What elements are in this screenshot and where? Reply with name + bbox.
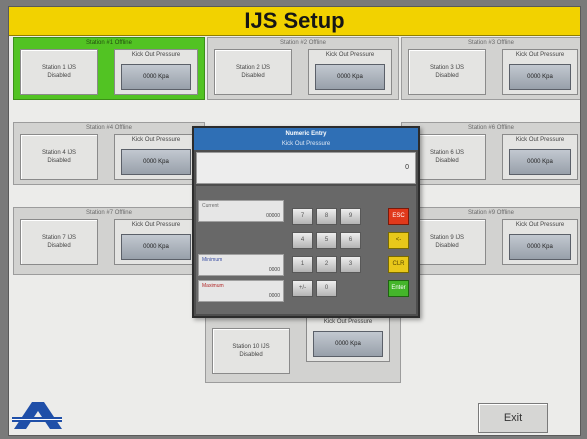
station-title: Station #1 Offline: [86, 40, 132, 46]
entry-display[interactable]: 0: [196, 152, 416, 184]
kick-out-pressure-label: Kick Out Pressure: [131, 137, 181, 143]
kick-out-pressure-button[interactable]: 0000 Kpa: [121, 234, 191, 260]
key-6[interactable]: 6: [340, 232, 361, 249]
kick-out-pressure-button[interactable]: 0000 Kpa: [509, 149, 571, 175]
station-status-button[interactable]: Station 2 IJS Disabled: [214, 49, 292, 95]
station-4-panel: Station #4 Offline Station 4 IJS Disabled…: [13, 122, 205, 185]
station-2-panel: Station #2 Offline Station 2 IJS Disabled…: [207, 37, 399, 100]
kick-out-pressure-control: Kick Out Pressure 0000 Kpa: [502, 134, 578, 180]
minimum-value: 0000: [268, 267, 280, 273]
current-label: Current: [202, 203, 219, 209]
company-logo-a-icon: [12, 402, 62, 429]
kick-out-pressure-button[interactable]: 0000 Kpa: [121, 149, 191, 175]
numeric-entry-dialog: Numeric Entry Kick Out Pressure 0 Curren…: [192, 126, 420, 318]
minimum-label: Minimum: [202, 257, 223, 263]
key-backspace[interactable]: <-: [388, 232, 409, 249]
kick-out-pressure-control: Kick Out Pressure 0000 Kpa: [114, 219, 198, 265]
page-title: IJS Setup: [244, 8, 345, 33]
kick-out-pressure-label: Kick Out Pressure: [323, 319, 373, 325]
station-3-panel: Station #3 Offline Station 3 IJS Disabled…: [401, 37, 580, 100]
entry-value: 0: [405, 164, 409, 171]
station-status-state: Disabled: [435, 243, 459, 249]
station-status-state: Disabled: [47, 158, 71, 164]
station-status-state: Disabled: [241, 73, 265, 79]
key-0[interactable]: 0: [316, 280, 337, 297]
station-title: Station #4 Offline: [86, 125, 132, 131]
kick-out-pressure-button[interactable]: 0000 Kpa: [509, 64, 571, 90]
station-title: Station #9 Offline: [468, 210, 514, 216]
station-title: Station #6 Offline: [468, 125, 514, 131]
station-status-label: Station 6 IJS: [429, 149, 465, 156]
dialog-subtitle: Kick Out Pressure: [281, 141, 331, 147]
station-status-button[interactable]: Station 7 IJS Disabled: [20, 219, 98, 265]
station-status-label: Station 7 IJS: [41, 234, 77, 241]
kick-out-pressure-control: Kick Out Pressure 0000 Kpa: [502, 49, 578, 95]
maximum-label: Maximum: [202, 283, 224, 289]
station-status-state: Disabled: [47, 243, 71, 249]
kick-out-pressure-label: Kick Out Pressure: [515, 222, 565, 228]
station-status-label: Station 4 IJS: [41, 149, 77, 156]
station-status-button[interactable]: Station 3 IJS Disabled: [408, 49, 486, 95]
kick-out-pressure-control: Kick Out Pressure 0000 Kpa: [308, 49, 392, 95]
station-6-panel: Station #6 Offline Station 6 IJS Disabled…: [401, 122, 580, 185]
dialog-title: Numeric Entry: [285, 131, 327, 137]
station-9-panel: Station #9 Offline Station 9 IJS Disabled…: [401, 207, 580, 275]
kick-out-pressure-control: Kick Out Pressure 0000 Kpa: [502, 219, 578, 265]
dialog-header: Numeric Entry Kick Out Pressure: [194, 128, 418, 150]
key-2[interactable]: 2: [316, 256, 337, 273]
kick-out-pressure-control: Kick Out Pressure 0000 Kpa: [114, 134, 198, 180]
kick-out-pressure-button[interactable]: 0000 Kpa: [121, 64, 191, 90]
key-5[interactable]: 5: [316, 232, 337, 249]
station-title: Station #2 Offline: [280, 40, 326, 46]
minimum-value-box: Minimum 0000: [198, 254, 284, 276]
key-7[interactable]: 7: [292, 208, 313, 225]
key-9[interactable]: 9: [340, 208, 361, 225]
kick-out-pressure-control: Kick Out Pressure 0000 Kpa: [114, 49, 198, 95]
key-esc[interactable]: ESC: [388, 208, 409, 225]
station-status-label: Station 9 IJS: [429, 234, 465, 241]
title-bar: IJS Setup: [9, 7, 580, 36]
key-clear[interactable]: CLR: [388, 256, 409, 273]
key-enter[interactable]: Enter: [388, 280, 409, 297]
key-8[interactable]: 8: [316, 208, 337, 225]
kick-out-pressure-label: Kick Out Pressure: [131, 52, 181, 58]
key-3[interactable]: 3: [340, 256, 361, 273]
kick-out-pressure-label: Kick Out Pressure: [515, 137, 565, 143]
maximum-value: 0000: [268, 293, 280, 299]
kick-out-pressure-label: Kick Out Pressure: [325, 52, 375, 58]
key-1[interactable]: 1: [292, 256, 313, 273]
maximum-value-box: Maximum 0000: [198, 280, 284, 302]
station-title: Station #3 Offline: [468, 40, 514, 46]
kick-out-pressure-button[interactable]: 0000 Kpa: [313, 331, 383, 357]
kick-out-pressure-control: Kick Out Pressure 0000 Kpa: [306, 316, 390, 362]
station-status-state: Disabled: [435, 73, 459, 79]
station-status-button[interactable]: Station 1 IJS Disabled: [20, 49, 98, 95]
kick-out-pressure-button[interactable]: 0000 Kpa: [509, 234, 571, 260]
company-logo: [10, 399, 66, 433]
station-status-state: Disabled: [47, 73, 71, 79]
station-1-panel: Station #1 Offline Station 1 IJS Disabled…: [13, 37, 205, 100]
keypad-panel: Current 00000 Minimum 0000 Maximum 0000 …: [196, 186, 416, 314]
kick-out-pressure-label: Kick Out Pressure: [131, 222, 181, 228]
station-status-label: Station 10 IJS: [232, 343, 270, 350]
station-title: Station #7 Offline: [86, 210, 132, 216]
station-status-label: Station 3 IJS: [429, 64, 465, 71]
station-status-label: Station 1 IJS: [41, 64, 77, 71]
station-status-button[interactable]: Station 4 IJS Disabled: [20, 134, 98, 180]
station-7-panel: Station #7 Offline Station 7 IJS Disabled…: [13, 207, 205, 275]
kick-out-pressure-label: Kick Out Pressure: [515, 52, 565, 58]
station-status-button[interactable]: Station 10 IJS Disabled: [212, 328, 290, 374]
current-value: 00000: [266, 213, 280, 219]
station-status-state: Disabled: [435, 158, 459, 164]
current-value-box: Current 00000: [198, 200, 284, 222]
key-plus-minus[interactable]: +/-: [292, 280, 313, 297]
station-status-label: Station 2 IJS: [235, 64, 271, 71]
key-4[interactable]: 4: [292, 232, 313, 249]
kick-out-pressure-button[interactable]: 0000 Kpa: [315, 64, 385, 90]
exit-button[interactable]: Exit: [478, 403, 548, 433]
station-status-state: Disabled: [239, 352, 263, 358]
